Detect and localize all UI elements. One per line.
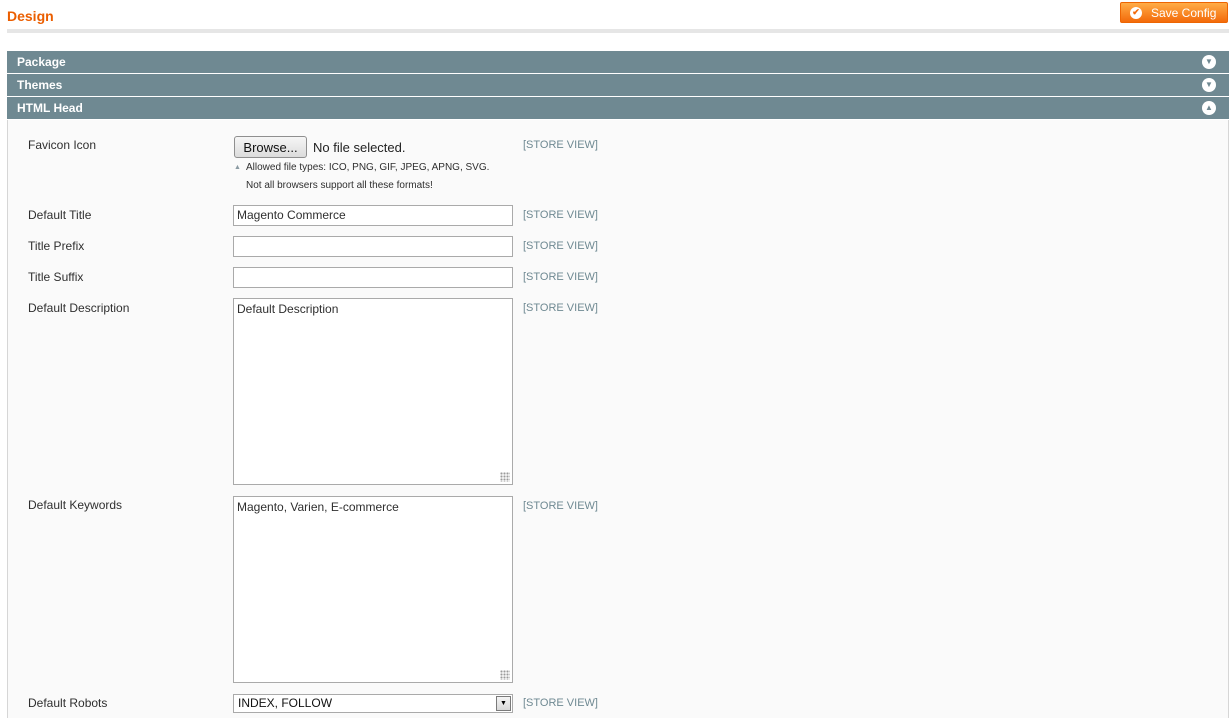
title-prefix-label: Title Prefix [28, 239, 85, 253]
default-keywords-value: Magento, Varien, E-commerce [237, 500, 399, 514]
page-title: Design [7, 8, 54, 24]
title-prefix-scope: [STORE VIEW] [523, 240, 598, 252]
section-header-label: Package [17, 55, 66, 69]
title-suffix-input[interactable] [233, 267, 513, 288]
default-keywords-textarea[interactable]: Magento, Varien, E-commerce [233, 496, 513, 683]
title-divider [7, 29, 1229, 33]
default-title-label: Default Title [28, 208, 92, 222]
title-suffix-label: Title Suffix [28, 270, 84, 284]
save-config-label: Save Config [1151, 5, 1217, 20]
default-robots-scope: [STORE VIEW] [523, 697, 598, 709]
section-header-themes[interactable]: Themes ▼ [7, 74, 1229, 96]
dropdown-arrow-icon[interactable]: ▼ [496, 696, 511, 711]
title-suffix-scope: [STORE VIEW] [523, 271, 598, 283]
html-head-fieldset [7, 120, 1229, 718]
favicon-note-file-types: Allowed file types: ICO, PNG, GIF, JPEG,… [246, 162, 490, 173]
favicon-scope: [STORE VIEW] [523, 139, 598, 151]
section-header-label: Themes [17, 78, 63, 92]
save-config-button[interactable]: ✔ Save Config [1120, 2, 1228, 23]
favicon-label: Favicon Icon [28, 138, 97, 152]
default-robots-label: Default Robots [28, 696, 108, 710]
default-keywords-scope: [STORE VIEW] [523, 500, 598, 512]
chevron-down-circle-icon: ▼ [1202, 55, 1216, 69]
section-header-label: HTML Head [17, 101, 83, 115]
chevron-up-circle-icon: ▲ [1202, 101, 1216, 115]
note-arrow-icon: ▲ [234, 164, 241, 171]
favicon-browse-button[interactable]: Browse... [234, 136, 307, 158]
resize-grip-icon[interactable] [500, 472, 510, 482]
default-keywords-label: Default Keywords [28, 498, 123, 512]
check-circle-icon: ✔ [1130, 6, 1142, 19]
favicon-file-status: No file selected. [313, 140, 406, 155]
default-title-scope: [STORE VIEW] [523, 209, 598, 221]
title-prefix-input[interactable] [233, 236, 513, 257]
favicon-note-browsers: Not all browsers support all these forma… [246, 180, 433, 191]
default-description-scope: [STORE VIEW] [523, 302, 598, 314]
section-header-package[interactable]: Package ▼ [7, 51, 1229, 73]
default-description-value: Default Description [237, 302, 339, 316]
default-description-label: Default Description [28, 301, 130, 315]
default-description-textarea[interactable]: Default Description [233, 298, 513, 485]
section-header-html-head[interactable]: HTML Head ▲ [7, 97, 1229, 119]
resize-grip-icon[interactable] [500, 670, 510, 680]
default-title-input[interactable]: Magento Commerce [233, 205, 513, 226]
chevron-down-circle-icon: ▼ [1202, 78, 1216, 92]
default-robots-value: INDEX, FOLLOW [238, 696, 333, 710]
default-robots-select[interactable]: INDEX, FOLLOW ▼ [233, 694, 513, 713]
